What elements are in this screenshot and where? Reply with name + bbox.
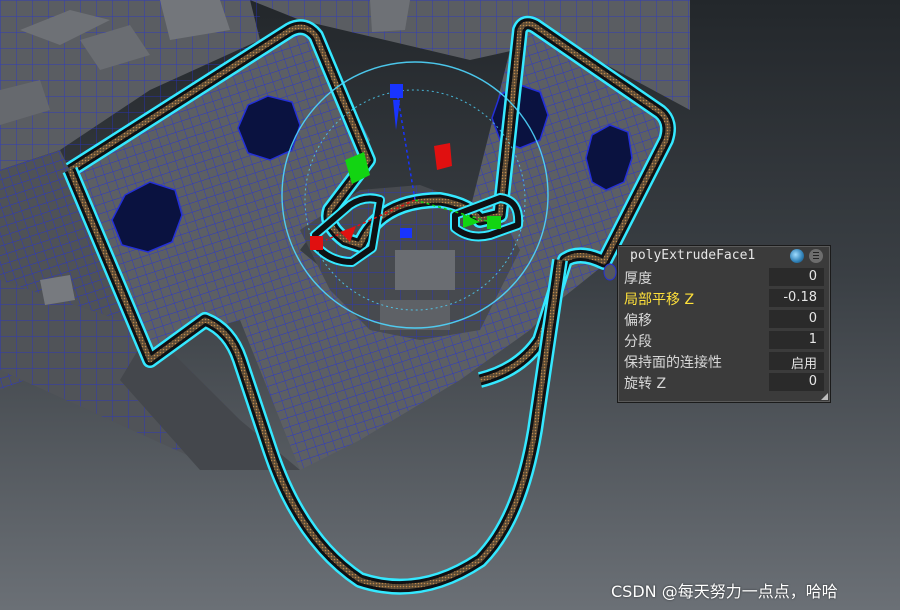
hud-row-value-field[interactable]: 0: [769, 373, 824, 391]
watermark: CSDN @每天努力一点点，哈哈: [611, 582, 838, 601]
hud-row-value-field[interactable]: 启用: [769, 352, 824, 372]
channel-box-hud[interactable]: polyExtrudeFace1 厚度 0 局部平移 Z -0.18 偏移 0 …: [617, 245, 831, 403]
hud-row-local-translate-z[interactable]: 局部平移 Z -0.18: [620, 288, 826, 309]
hud-row-rotate-z[interactable]: 旋转 Z 0: [620, 372, 826, 393]
hud-title-bar: polyExtrudeFace1: [618, 246, 830, 266]
hud-row-offset[interactable]: 偏移 0: [620, 309, 826, 330]
hud-row-value-field[interactable]: 1: [769, 331, 824, 349]
hud-row-label: 偏移: [624, 313, 652, 329]
hud-row-divisions[interactable]: 分段 1: [620, 330, 826, 351]
z-axis-handle[interactable]: [390, 84, 403, 98]
hud-row-value-field[interactable]: 0: [769, 268, 824, 286]
globe-icon[interactable]: [790, 249, 804, 263]
hud-title: polyExtrudeFace1: [630, 248, 756, 263]
x-axis-handle[interactable]: [310, 236, 323, 250]
resize-grip-icon[interactable]: [821, 393, 828, 400]
hud-row-label: 分段: [624, 334, 652, 350]
hud-row-label: 局部平移 Z: [624, 292, 695, 308]
hud-row-value-field[interactable]: 0: [769, 310, 824, 328]
hud-row-value-field[interactable]: -0.18: [769, 289, 824, 307]
model-side-peg: [603, 263, 617, 281]
menu-icon[interactable]: [809, 249, 823, 263]
hud-row-thickness[interactable]: 厚度 0: [620, 267, 826, 288]
hud-row-label: 保持面的连接性: [624, 355, 722, 371]
y-axis-handle[interactable]: [487, 216, 501, 229]
hud-row-label: 旋转 Z: [624, 376, 667, 392]
center-handle[interactable]: [400, 228, 412, 238]
hud-row-label: 厚度: [624, 271, 652, 287]
hud-row-keep-faces-together[interactable]: 保持面的连接性 启用: [620, 351, 826, 372]
maya-viewport[interactable]: polyExtrudeFace1 厚度 0 局部平移 Z -0.18 偏移 0 …: [0, 0, 900, 610]
xy-plane-handle[interactable]: [434, 143, 452, 170]
